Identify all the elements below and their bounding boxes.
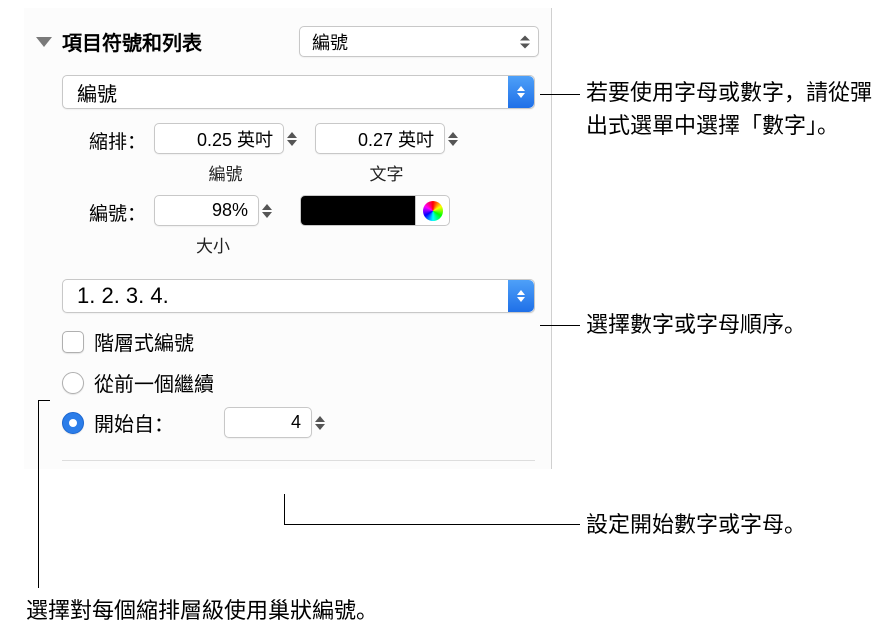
color-wheel-icon [423, 201, 443, 221]
stepper-up-icon [262, 204, 272, 210]
indent-row: 縮排： 0.25 英吋 編號 0.27 英吋 [62, 123, 535, 185]
stepper-down-icon [262, 212, 272, 218]
section-title: 項目符號和列表 [62, 27, 299, 56]
callout-line [284, 524, 580, 525]
annotation-hierarchical: 選擇對每個縮排層級使用巢狀編號。 [26, 594, 378, 627]
annotation-start: 設定開始數字或字母。 [586, 508, 806, 541]
list-style-value: 編號 [312, 29, 348, 55]
color-well[interactable] [300, 195, 450, 226]
callout-line [540, 94, 580, 95]
number-indent-input[interactable]: 0.25 英吋 [154, 123, 284, 154]
continue-radio[interactable] [62, 372, 84, 394]
number-indent-stepper[interactable] [287, 132, 297, 146]
stepper-up-icon [287, 132, 297, 138]
disclosure-triangle-icon[interactable] [36, 37, 52, 47]
size-input[interactable]: 98% [154, 195, 259, 226]
start-from-input[interactable]: 4 [224, 407, 312, 438]
stepper-up-icon [448, 132, 458, 138]
list-style-dropdown[interactable]: 編號 [299, 26, 539, 57]
continue-label: 從前一個繼續 [94, 368, 214, 397]
continue-row: 從前一個繼續 [62, 368, 535, 397]
hierarchical-label: 階層式編號 [94, 327, 194, 356]
start-from-radio[interactable] [62, 412, 84, 434]
color-swatch[interactable] [300, 195, 416, 226]
divider [62, 460, 535, 461]
annotation-type: 若要使用字母或數字，請從彈出式選單中選擇「數字」。 [586, 76, 876, 142]
number-format-value: 1. 2. 3. 4. [77, 283, 169, 309]
hierarchical-row: 階層式編號 [62, 327, 535, 356]
size-stepper[interactable] [262, 204, 272, 218]
bullets-lists-panel: 項目符號和列表 編號 編號 縮排： 0.25 英吋 編號 [24, 8, 552, 469]
start-from-row: 開始自： 4 [62, 407, 535, 438]
size-row: 編號： 98% 大小 [62, 195, 535, 257]
text-indent-stepper[interactable] [448, 132, 458, 146]
text-indent-input[interactable]: 0.27 英吋 [315, 123, 445, 154]
callout-line [284, 494, 285, 524]
start-from-label: 開始自： [94, 408, 214, 437]
number-format-dropdown[interactable]: 1. 2. 3. 4. [62, 279, 535, 313]
size-sublabel: 大小 [196, 232, 230, 257]
text-indent-sublabel: 文字 [370, 160, 404, 185]
callout-line [38, 400, 39, 588]
chevron-up-down-icon [520, 35, 530, 48]
stepper-down-icon [448, 140, 458, 146]
stepper-down-icon [287, 140, 297, 146]
size-label: 編號： [62, 195, 146, 226]
callout-line [540, 325, 580, 326]
stepper-down-icon [315, 424, 325, 430]
annotation-format: 選擇數字或字母順序。 [586, 308, 806, 341]
callout-line [38, 400, 50, 401]
dropdown-arrows-icon [508, 280, 534, 312]
start-from-stepper[interactable] [315, 416, 325, 430]
section-header: 項目符號和列表 編號 [24, 8, 551, 67]
stepper-up-icon [315, 416, 325, 422]
bullet-type-value: 編號 [77, 78, 117, 107]
indent-label: 縮排： [62, 123, 146, 154]
bullet-type-dropdown[interactable]: 編號 [62, 75, 535, 109]
hierarchical-checkbox[interactable] [62, 331, 84, 353]
dropdown-arrows-icon [508, 76, 534, 108]
number-indent-sublabel: 編號 [209, 160, 243, 185]
color-picker-button[interactable] [416, 195, 450, 226]
